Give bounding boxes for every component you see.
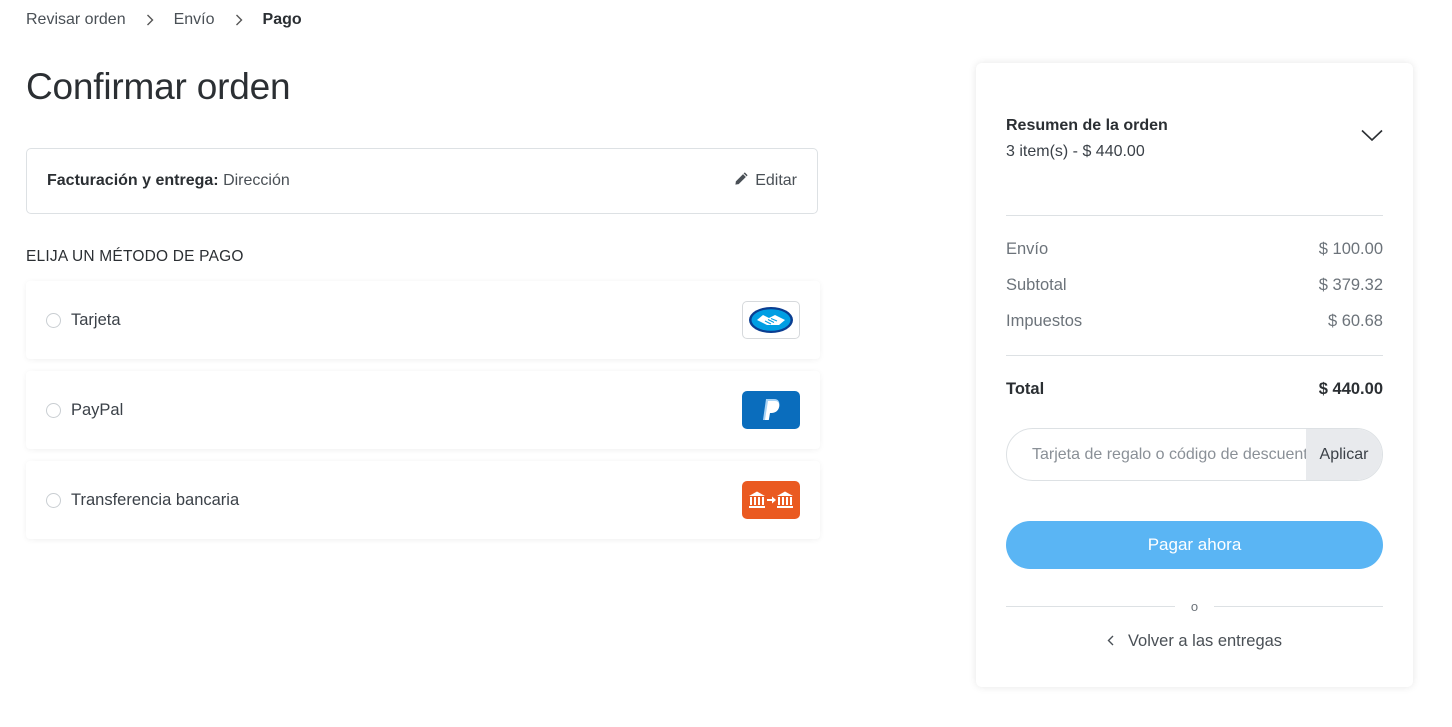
pencil-icon: [734, 171, 749, 191]
payment-option-card[interactable]: Tarjeta: [26, 281, 820, 359]
chevron-right-icon: [235, 14, 243, 26]
promo-code-group: Aplicar: [1006, 428, 1383, 481]
back-to-shipping-link[interactable]: Volver a las entregas: [976, 632, 1413, 651]
edit-label: Editar: [755, 172, 797, 189]
billing-label: Facturación y entrega:: [47, 172, 219, 189]
payment-option-bank-transfer[interactable]: Transferencia bancaria: [26, 461, 820, 539]
divider: [1006, 215, 1383, 216]
summary-row-taxes: Impuestos $ 60.68: [1006, 312, 1383, 331]
total-value: $ 440.00: [1318, 380, 1383, 398]
divider: [1006, 355, 1383, 356]
back-label: Volver a las entregas: [1127, 632, 1283, 650]
summary-row-total: Total $ 440.00: [1006, 380, 1383, 399]
breadcrumb-item-shipping[interactable]: Envío: [174, 11, 215, 29]
payment-option-bank-left: Transferencia bancaria: [46, 491, 239, 510]
paypal-icon: [742, 391, 800, 429]
breadcrumb-item-payment: Pago: [262, 11, 302, 28]
chevron-down-icon[interactable]: [1361, 129, 1383, 147]
promo-code-input[interactable]: [1007, 429, 1306, 480]
or-label: o: [1190, 599, 1199, 614]
apply-promo-button[interactable]: Aplicar: [1306, 429, 1382, 480]
page-title: Confirmar orden: [26, 66, 291, 107]
pay-now-button[interactable]: Pagar ahora: [1006, 521, 1383, 569]
payment-radio-card[interactable]: [46, 312, 61, 328]
summary-row-value: $ 100.00: [1318, 240, 1383, 258]
breadcrumb-item-review[interactable]: Revisar orden: [26, 11, 126, 29]
summary-row-value: $ 60.68: [1327, 312, 1383, 330]
summary-row-label: Subtotal: [1006, 276, 1067, 294]
billing-value: Dirección: [223, 172, 290, 189]
payment-option-label: Transferencia bancaria: [71, 490, 240, 509]
order-summary-panel: Resumen de la orden 3 item(s) - $ 440.00…: [976, 63, 1413, 687]
summary-row-shipping: Envío $ 100.00: [1006, 240, 1383, 259]
payment-section-title: ELIJA UN MÉTODO DE PAGO: [26, 248, 244, 265]
order-summary-subtitle: 3 item(s) - $ 440.00: [1006, 143, 1145, 160]
billing-text: Facturación y entrega: Dirección: [47, 172, 290, 190]
bank-transfer-icon: [742, 481, 800, 519]
payment-option-label: PayPal: [71, 400, 124, 419]
mercadopago-handshake-icon: [742, 301, 800, 339]
order-summary-header: Resumen de la orden 3 item(s) - $ 440.00: [1006, 117, 1383, 161]
or-separator: o: [1006, 599, 1384, 614]
payment-radio-paypal[interactable]: [46, 402, 61, 418]
payment-option-label: Tarjeta: [71, 310, 121, 329]
order-summary-title: Resumen de la orden: [1006, 117, 1168, 134]
summary-row-subtotal: Subtotal $ 379.32: [1006, 276, 1383, 295]
summary-row-value: $ 379.32: [1318, 276, 1383, 294]
chevron-right-icon: [146, 14, 154, 26]
billing-address-box: Facturación y entrega: Dirección Editar: [26, 148, 818, 214]
chevron-left-icon: [1107, 632, 1114, 651]
payment-radio-bank-transfer[interactable]: [46, 492, 61, 508]
or-line-left: [1006, 606, 1175, 607]
total-label: Total: [1006, 380, 1045, 398]
or-line-right: [1214, 606, 1384, 607]
breadcrumb: Revisar orden Envío Pago: [26, 9, 302, 31]
edit-billing-button[interactable]: Editar: [734, 171, 797, 191]
payment-option-paypal-left: PayPal: [46, 401, 123, 420]
summary-row-label: Impuestos: [1006, 312, 1083, 330]
payment-option-paypal[interactable]: PayPal: [26, 371, 820, 449]
summary-row-label: Envío: [1006, 240, 1049, 258]
payment-option-card-left: Tarjeta: [46, 311, 121, 330]
